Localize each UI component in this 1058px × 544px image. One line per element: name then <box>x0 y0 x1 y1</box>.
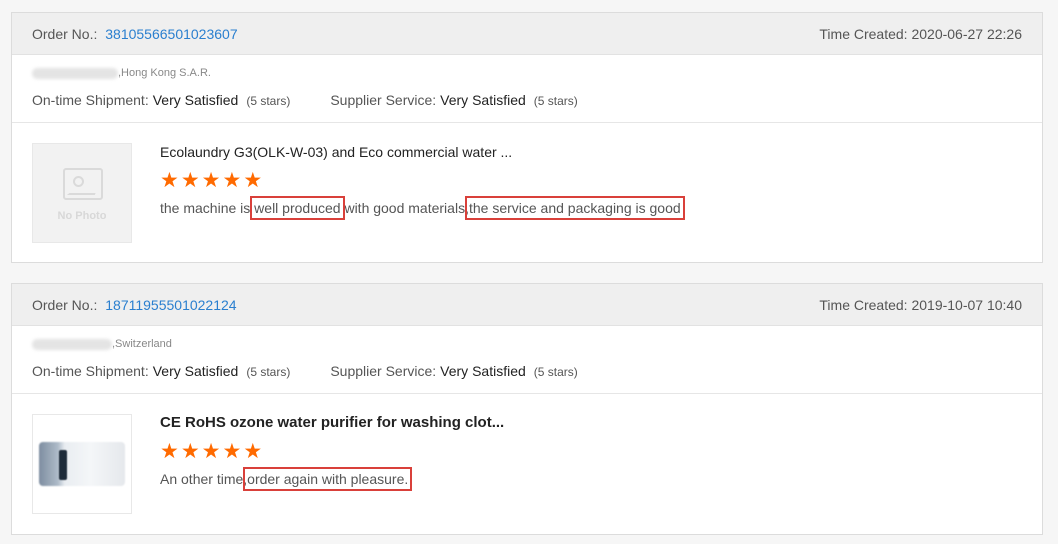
time-created: Time Created: 2019-10-07 10:40 <box>819 297 1022 313</box>
shipment-label: On-time Shipment: <box>32 363 149 379</box>
supplier-service-rating: Supplier Service: Very Satisfied (5 star… <box>330 363 577 379</box>
shipment-stars-note: (5 stars) <box>246 94 291 108</box>
review-highlight: well produced <box>250 196 345 220</box>
star-icon: ★ <box>243 440 263 463</box>
star-icon: ★ <box>201 169 221 192</box>
shipment-rating: On-time Shipment: Very Satisfied (5 star… <box>32 363 290 379</box>
order-info: ,Switzerland On-time Shipment: Very Sati… <box>12 326 1042 394</box>
supplier-service-value: Very Satisfied <box>440 92 526 108</box>
review-text: An other time,order again with pleasure. <box>160 467 413 491</box>
supplier-service-stars-note: (5 stars) <box>533 94 578 108</box>
buyer-location: ,Hong Kong S.A.R. <box>118 67 211 79</box>
shipment-value: Very Satisfied <box>152 92 239 108</box>
star-icon: ★ <box>222 440 242 463</box>
star-icon: ★ <box>180 440 200 463</box>
product-title-link[interactable]: Ecolaundry G3(OLK-W-03) and Eco commerci… <box>160 144 512 160</box>
review-text-part: the machine is <box>160 200 255 216</box>
shipment-value: Very Satisfied <box>152 363 239 379</box>
buyer-info: ,Hong Kong S.A.R. <box>32 67 211 79</box>
order-card: Order No.: 18711955501022124 Time Create… <box>11 283 1043 535</box>
buyer-info: ,Switzerland <box>32 338 172 350</box>
order-header: Order No.: 38105566501023607 Time Create… <box>12 13 1042 55</box>
order-number-link[interactable]: 18711955501022124 <box>105 297 236 313</box>
review-highlight: order again with pleasure. <box>243 467 413 491</box>
star-icon: ★ <box>160 440 179 463</box>
product-thumbnail[interactable]: No Photo <box>32 143 132 243</box>
star-icon: ★ <box>160 169 179 192</box>
review-highlight: the service and packaging is good <box>464 196 685 220</box>
order-number-row: Order No.: 38105566501023607 <box>32 26 238 42</box>
product-rating-stars: ★ ★ ★ ★ ★ <box>160 169 263 192</box>
order-info: ,Hong Kong S.A.R. On-time Shipment: Very… <box>12 55 1042 123</box>
product-title-link[interactable]: CE RoHS ozone water purifier for washing… <box>160 414 504 431</box>
supplier-service-label: Supplier Service: <box>330 363 437 379</box>
supplier-service-value: Very Satisfied <box>440 363 526 379</box>
buyer-name-blurred <box>32 338 112 350</box>
order-number-label: Order No.: <box>32 297 98 313</box>
shipment-rating: On-time Shipment: Very Satisfied (5 star… <box>32 92 290 108</box>
buyer-name-blurred <box>32 67 118 79</box>
order-header: Order No.: 18711955501022124 Time Create… <box>12 284 1042 326</box>
product-review: No Photo Ecolaundry G3(OLK-W-03) and Eco… <box>12 123 1042 263</box>
supplier-ratings: On-time Shipment: Very Satisfied (5 star… <box>32 363 578 379</box>
review-text-part: with good materials, <box>340 200 469 216</box>
buyer-location: ,Switzerland <box>112 338 172 350</box>
star-icon: ★ <box>201 440 221 463</box>
shipment-stars-note: (5 stars) <box>246 365 291 379</box>
review-text: the machine is well produced with good m… <box>160 196 685 220</box>
image-placeholder-icon <box>63 168 103 200</box>
product-rating-stars: ★ ★ ★ ★ ★ <box>160 440 263 463</box>
product-image-detail <box>59 450 67 480</box>
supplier-ratings: On-time Shipment: Very Satisfied (5 star… <box>32 92 578 108</box>
order-number-link[interactable]: 38105566501023607 <box>105 26 237 42</box>
review-text-part: An other time, <box>160 471 248 487</box>
order-card: Order No.: 38105566501023607 Time Create… <box>11 12 1043 263</box>
order-number-row: Order No.: 18711955501022124 <box>32 297 237 313</box>
no-photo-label: No Photo <box>57 210 107 222</box>
product-thumbnail[interactable] <box>32 414 132 514</box>
order-number-label: Order No.: <box>32 26 98 42</box>
supplier-service-stars-note: (5 stars) <box>533 365 578 379</box>
star-icon: ★ <box>222 169 242 192</box>
star-icon: ★ <box>243 169 263 192</box>
product-review: CE RoHS ozone water purifier for washing… <box>12 394 1042 534</box>
product-image <box>39 442 125 486</box>
time-created: Time Created: 2020-06-27 22:26 <box>819 26 1022 42</box>
star-icon: ★ <box>180 169 200 192</box>
shipment-label: On-time Shipment: <box>32 92 149 108</box>
supplier-service-rating: Supplier Service: Very Satisfied (5 star… <box>330 92 577 108</box>
supplier-service-label: Supplier Service: <box>330 92 437 108</box>
